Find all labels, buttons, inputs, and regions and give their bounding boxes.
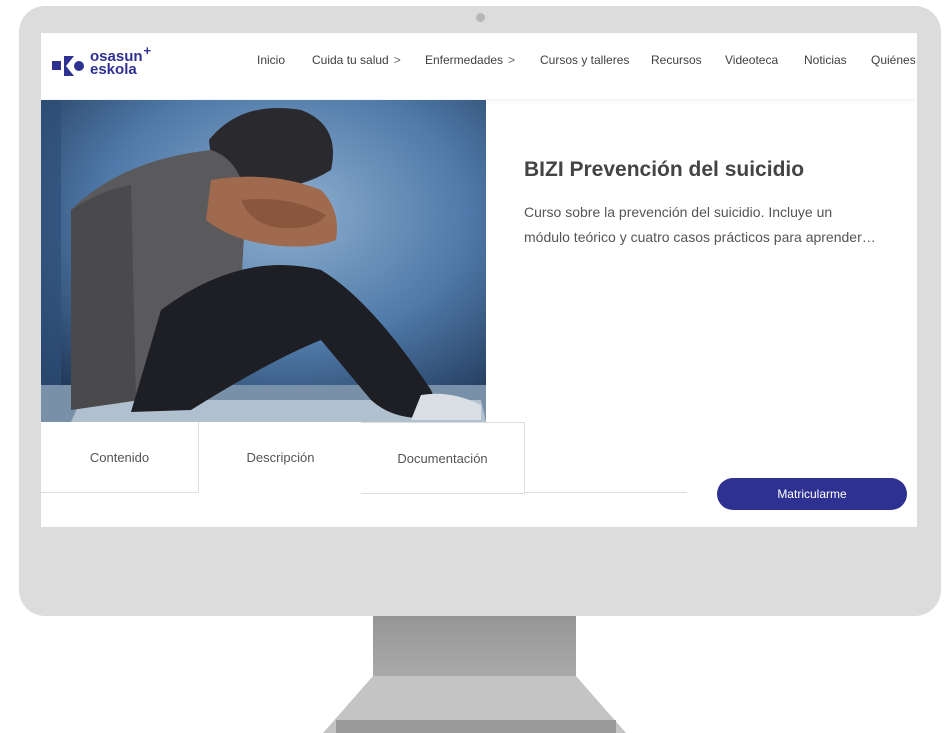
nav-item-cursos-y-talleres[interactable]: Cursos y talleres [540,53,629,67]
chevron-right-icon: > [393,53,401,67]
logo-mark-icon [52,56,84,76]
tab-documentacion[interactable]: Documentación [361,422,525,494]
nav-label: Recursos [651,53,702,67]
tab-descripcion[interactable]: Descripción [198,422,363,493]
nav-item-quienes[interactable]: Quiénes [871,53,916,67]
description-line-1: Curso sobre la prevención del suicidio. … [524,204,833,220]
chevron-right-icon: > [508,53,516,67]
monitor-neck [373,616,576,676]
nav-item-recursos[interactable]: Recursos [651,53,702,67]
camera-dot [476,13,485,22]
nav-item-cuida-tu-salud[interactable]: Cuida tu salud > [312,53,401,67]
nav-label: Cuida tu salud [312,53,389,67]
nav-item-inicio[interactable]: Inicio [257,53,285,67]
description-line-2: módulo teórico y cuatro casos prácticos … [524,229,876,245]
nav-label: Videoteca [725,53,779,67]
nav-item-videoteca[interactable]: Videoteca [725,53,778,67]
nav-label: Noticias [804,53,847,67]
hero-photo [41,100,486,422]
logo-plus: + [143,43,152,58]
tab-label: Documentación [397,450,488,466]
screen: osasun+ eskola Inicio Cuida tu salud > En… [41,33,917,527]
osasun-eskola-logo[interactable]: osasun+ eskola [52,44,162,84]
tab-label: Descripción [246,449,315,465]
nav-label: Cursos y talleres [540,53,630,67]
logo-wordmark: osasun+ eskola [90,44,151,77]
header-bar: osasun+ eskola Inicio Cuida tu salud > En… [41,33,917,99]
tab-contenido[interactable]: Contenido [41,422,198,493]
stand-foot-shape [323,676,626,733]
nav-label: Enfermedades [425,53,504,67]
nav-label: Quiénes [871,53,916,67]
course-title: BIZI Prevención del suicidio [524,158,805,181]
nav-item-enfermedades[interactable]: Enfermedades > [425,53,515,67]
tab-divider [524,492,687,493]
nav-item-noticias[interactable]: Noticias [804,53,847,67]
enroll-button[interactable]: Matricularme [717,478,907,510]
nav-label: Inicio [257,53,286,67]
course-description: Curso sobre la prevención del suicidio. … [524,200,904,250]
course-hero-image [41,100,486,422]
tab-label: Contenido [89,449,150,465]
stand-foot-edge [336,720,616,733]
